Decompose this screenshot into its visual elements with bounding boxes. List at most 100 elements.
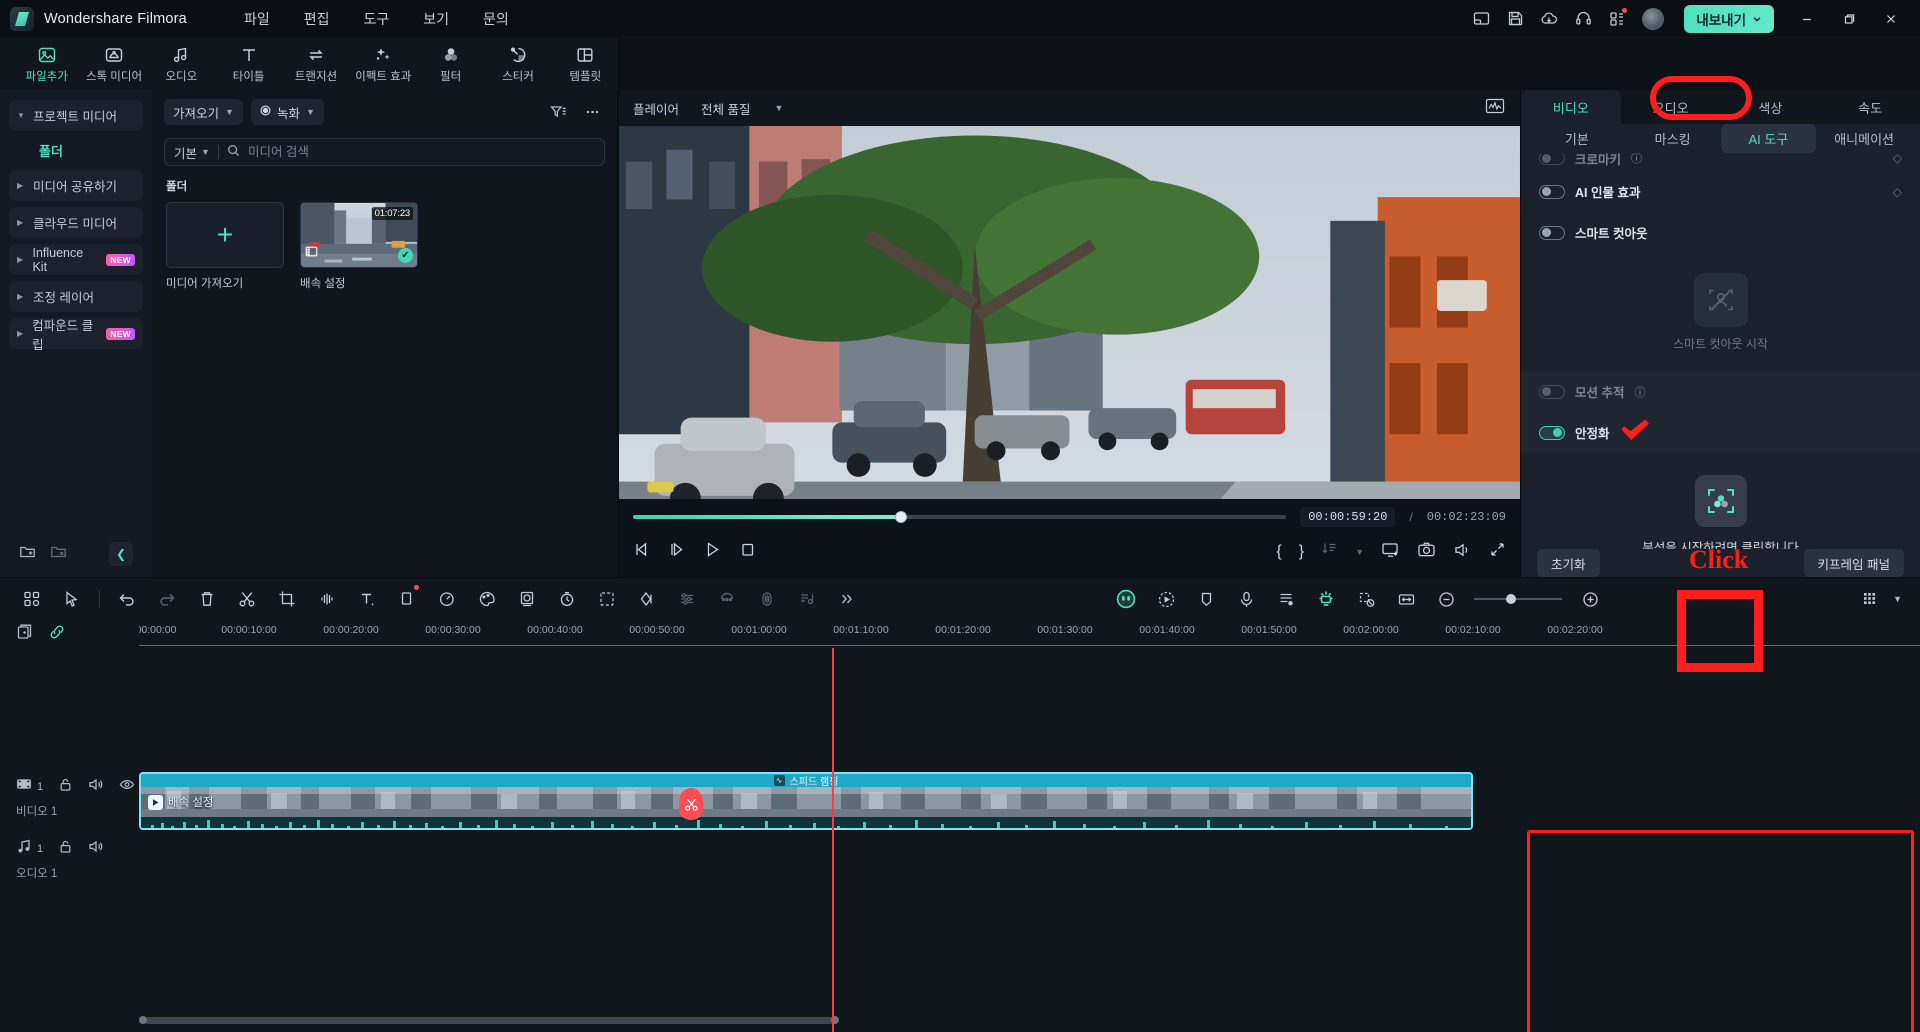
cloud-download-icon[interactable]	[1534, 4, 1564, 34]
delete-icon[interactable]	[187, 582, 227, 616]
preview-stage[interactable]	[619, 126, 1520, 499]
sidebar-item-share-media[interactable]: ▶ 미디어 공유하기	[9, 170, 143, 201]
apps-grid-icon[interactable]	[1602, 4, 1632, 34]
track-settings-icon[interactable]	[1849, 582, 1889, 616]
keyframe-diamond-icon[interactable]: ◇	[1893, 153, 1902, 165]
select-tool-icon[interactable]	[52, 582, 92, 616]
tool-tab-title[interactable]: 타이틀	[216, 40, 281, 88]
window-close-button[interactable]	[1872, 4, 1910, 34]
waveform-icon[interactable]	[747, 582, 787, 616]
menu-item-file[interactable]: 파일	[227, 4, 287, 34]
remove-background-icon[interactable]	[1346, 582, 1386, 616]
chevron-down-icon[interactable]: ▼	[1893, 594, 1902, 604]
media-item-clip[interactable]: 01:07:23 ✔ 배속 설정	[300, 202, 418, 291]
auto-reframe-icon[interactable]	[1146, 582, 1186, 616]
collapse-sidebar-button[interactable]: ❮	[109, 542, 133, 566]
zoom-handle[interactable]	[1505, 594, 1516, 604]
sidebar-subitem-folder[interactable]: 폴더	[9, 137, 143, 170]
sidebar-item-compound-clip[interactable]: ▶ 컴파운드 클립 NEW	[9, 318, 143, 352]
play-button[interactable]	[703, 540, 722, 564]
menu-item-view[interactable]: 보기	[406, 4, 466, 34]
link-tracks-icon[interactable]	[48, 623, 66, 646]
import-media-thumb[interactable]: +	[166, 202, 284, 268]
user-avatar[interactable]	[1642, 7, 1665, 30]
help-icon[interactable]: ⓘ	[1631, 153, 1642, 166]
split-marker-icon[interactable]	[679, 788, 703, 820]
mark-in-button[interactable]: {	[1276, 543, 1281, 561]
quality-dropdown[interactable]: 전체 품질 ▼	[691, 96, 794, 120]
keyframe-panel-button[interactable]: 키프레임 패널	[1803, 549, 1904, 577]
timeline-hscrollbar[interactable]	[139, 1016, 1900, 1024]
tool-tab-transition[interactable]: 트랜지션	[283, 40, 348, 88]
audio-note-icon[interactable]	[787, 582, 827, 616]
add-track-icon[interactable]	[16, 623, 34, 646]
marker-icon[interactable]	[707, 582, 747, 616]
track-visibility-icon[interactable]	[119, 777, 135, 797]
support-headset-icon[interactable]	[1568, 4, 1598, 34]
record-dropdown[interactable]: 녹화 ▼	[250, 99, 324, 125]
smart-cutout-toggle[interactable]	[1539, 225, 1565, 240]
prev-frame-button[interactable]	[633, 540, 652, 564]
undo-icon[interactable]	[107, 582, 147, 616]
split-scissors-icon[interactable]	[227, 582, 267, 616]
view-mode-dropdown[interactable]: 기본 ▼	[174, 143, 210, 162]
sidebar-item-cloud-media[interactable]: ▶ 클라우드 미디어	[9, 207, 143, 238]
zoom-out-icon[interactable]	[1426, 582, 1466, 616]
subtab-basic[interactable]: 기본	[1529, 124, 1625, 153]
audio-detach-icon[interactable]	[307, 582, 347, 616]
audio-mixer-icon[interactable]	[667, 582, 707, 616]
color-palette-icon[interactable]	[467, 582, 507, 616]
crop-icon[interactable]	[267, 582, 307, 616]
layout-icon[interactable]	[1466, 4, 1496, 34]
window-minimize-button[interactable]	[1788, 4, 1826, 34]
sidebar-item-project-media[interactable]: ▼ 프로젝트 미디어	[9, 100, 143, 131]
timeline-zoom-slider[interactable]	[1474, 594, 1563, 604]
sidebar-item-adjustment-layer[interactable]: ▶ 조정 레이어	[9, 281, 143, 312]
screen-output-icon[interactable]	[1381, 541, 1400, 564]
marker-flag-icon[interactable]	[1186, 582, 1226, 616]
save-icon[interactable]	[1500, 4, 1530, 34]
menu-item-tools[interactable]: 도구	[346, 4, 406, 34]
crop-frame-icon[interactable]	[387, 582, 427, 616]
export-button[interactable]: 내보내기	[1684, 4, 1774, 33]
next-frame-button[interactable]	[668, 540, 687, 564]
menu-item-contact[interactable]: 문의	[466, 4, 526, 34]
grid-view-icon[interactable]	[12, 582, 52, 616]
tool-tab-filter[interactable]: 필터	[418, 40, 483, 88]
tool-tab-effects[interactable]: 이펙트 효과	[351, 40, 416, 88]
track-lock-icon[interactable]	[58, 839, 73, 859]
track-mute-icon[interactable]	[88, 839, 104, 859]
media-thumbnail[interactable]: 01:07:23 ✔	[300, 202, 418, 268]
mask-icon[interactable]	[507, 582, 547, 616]
track-body-audio[interactable]	[139, 830, 1920, 892]
auto-subtitle-icon[interactable]	[1266, 582, 1306, 616]
sidebar-item-influence-kit[interactable]: ▶ Influence Kit NEW	[9, 244, 143, 275]
duration-clock-icon[interactable]	[547, 582, 587, 616]
help-icon[interactable]: ⓘ	[1634, 384, 1645, 400]
export-frame-icon[interactable]	[1321, 541, 1338, 563]
tab-video[interactable]: 비디오	[1521, 90, 1621, 124]
zoom-in-icon[interactable]	[1570, 582, 1610, 616]
chroma-key-toggle[interactable]	[1539, 153, 1565, 165]
ai-copilot-icon[interactable]	[1106, 582, 1146, 616]
seek-bar[interactable]	[633, 511, 1287, 523]
tool-tab-stock-media[interactable]: 스톡 미디어	[81, 40, 146, 88]
scope-icon[interactable]	[1484, 97, 1506, 120]
snapshot-icon[interactable]	[1417, 541, 1436, 564]
track-body-video[interactable]: ∿ 스피드 램핑 배속 설정	[139, 768, 1920, 830]
tool-tab-sticker[interactable]: 스티커	[485, 40, 550, 88]
text-tool-icon[interactable]	[347, 582, 387, 616]
delete-folder-icon[interactable]	[50, 543, 67, 565]
timeline-clip[interactable]: ∿ 스피드 램핑 배속 설정	[139, 772, 1473, 830]
timeline-ruler[interactable]: 00:00:00 00:00:10:00 00:00:20:00 00:00:3…	[139, 620, 1920, 648]
window-maximize-button[interactable]	[1830, 4, 1868, 34]
track-mute-icon[interactable]	[88, 777, 104, 797]
tab-color[interactable]: 색상	[1721, 90, 1821, 124]
volume-icon[interactable]	[1453, 541, 1472, 564]
menu-item-edit[interactable]: 편집	[287, 4, 347, 34]
ai-portrait-toggle[interactable]	[1539, 184, 1565, 199]
seek-handle[interactable]	[894, 511, 907, 523]
redo-icon[interactable]	[147, 582, 187, 616]
start-analysis-button[interactable]	[1694, 475, 1747, 527]
ai-effects-icon[interactable]	[1306, 582, 1346, 616]
